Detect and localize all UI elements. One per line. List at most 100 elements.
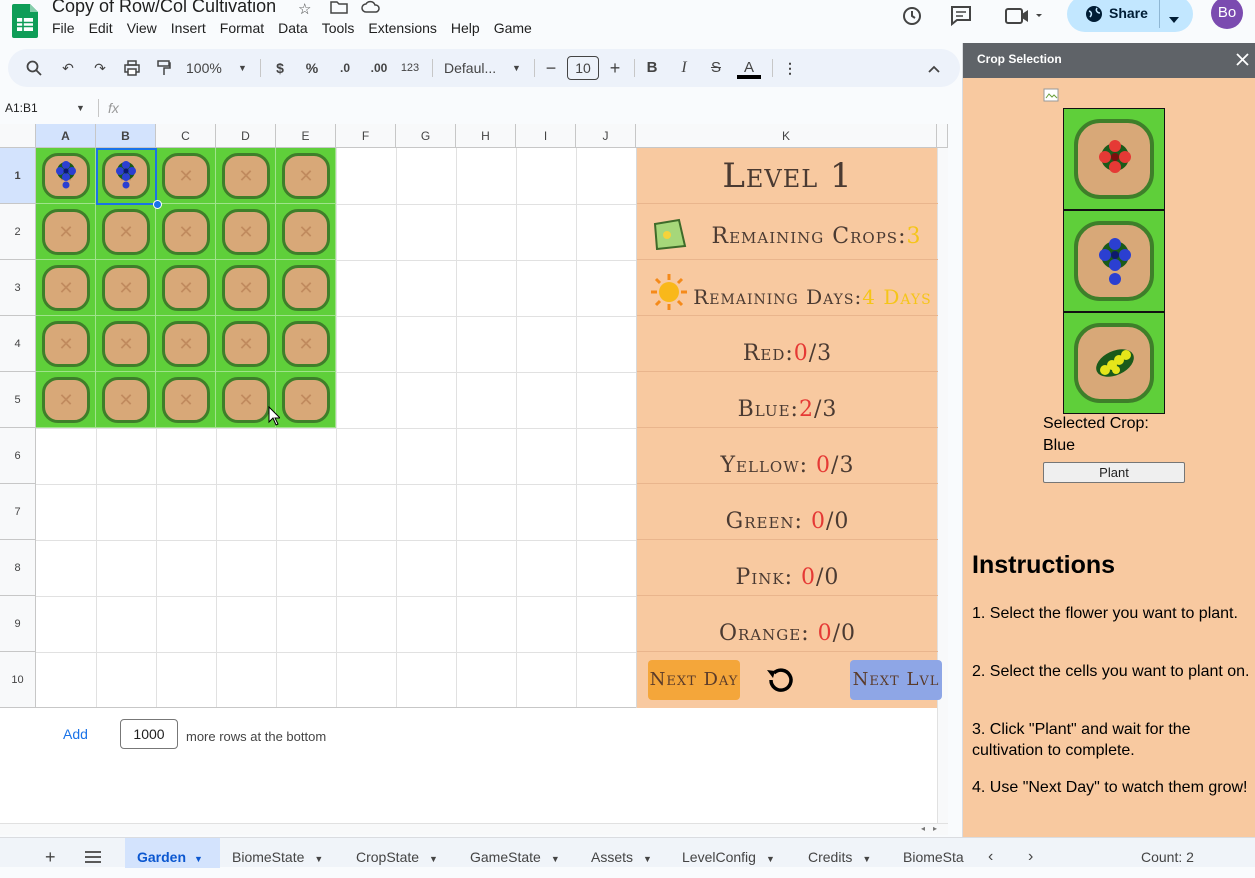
text-color-button[interactable]: A [736, 49, 762, 87]
collapse-toolbar-icon[interactable] [922, 49, 946, 87]
row-header-10[interactable]: 10 [0, 652, 36, 708]
garden-cell-d5[interactable] [216, 372, 276, 428]
red-crop-option[interactable] [1063, 108, 1165, 210]
percent-format-button[interactable]: % [302, 49, 322, 87]
row-header-9[interactable]: 9 [0, 596, 36, 652]
garden-cell-c4[interactable] [156, 316, 216, 372]
row-header-8[interactable]: 8 [0, 540, 36, 596]
garden-cell-a4[interactable] [36, 316, 96, 372]
add-rows-button[interactable]: Add [63, 726, 88, 742]
sheet-tab-biomestate[interactable]: BiomeState ▼ [232, 838, 323, 868]
garden-cell-e4[interactable] [276, 316, 336, 372]
garden-cell-b5[interactable] [96, 372, 156, 428]
garden-cell-c2[interactable] [156, 204, 216, 260]
next-day-button[interactable]: Next Day [648, 660, 740, 700]
fill-handle[interactable] [153, 200, 162, 209]
sheet-tab-cropstate[interactable]: CropState ▼ [356, 838, 438, 868]
garden-cell-e1[interactable] [276, 148, 336, 204]
undo-icon[interactable]: ↶ [56, 49, 80, 87]
row-header-3[interactable]: 3 [0, 260, 36, 316]
strikethrough-button[interactable]: S [706, 49, 726, 87]
column-header-b[interactable]: B [96, 124, 156, 148]
name-box[interactable]: A1:B1 ▼ [0, 95, 96, 121]
increase-decimal-button[interactable]: .00 [364, 49, 394, 87]
sheet-tab-gamestate[interactable]: GameState ▼ [470, 838, 560, 868]
column-header-a[interactable]: A [36, 124, 96, 148]
row-header-7[interactable]: 7 [0, 484, 36, 540]
garden-cell-b3[interactable] [96, 260, 156, 316]
zoom-select[interactable]: 100% ▼ [186, 49, 248, 87]
blue-crop-option[interactable] [1063, 210, 1165, 312]
garden-cell-e3[interactable] [276, 260, 336, 316]
all-sheets-icon[interactable] [85, 838, 101, 868]
garden-cell-a3[interactable] [36, 260, 96, 316]
plant-button[interactable]: Plant [1043, 462, 1185, 483]
menu-game[interactable]: Game [494, 20, 532, 36]
garden-cell-c5[interactable] [156, 372, 216, 428]
garden-cell-a5[interactable] [36, 372, 96, 428]
column-header-k[interactable]: K [636, 124, 937, 148]
version-history-icon[interactable] [899, 3, 925, 29]
rows-count-input[interactable]: 1000 [120, 719, 178, 749]
garden-cell-c3[interactable] [156, 260, 216, 316]
horizontal-scrollbar[interactable]: ◂ ▸ [0, 823, 948, 835]
column-header-i[interactable]: I [516, 124, 576, 148]
currency-format-button[interactable]: $ [270, 49, 290, 87]
scroll-left-icon[interactable]: ◂ [921, 824, 925, 833]
column-header-c[interactable]: C [156, 124, 216, 148]
scroll-right-icon[interactable]: ▸ [933, 824, 937, 833]
menu-view[interactable]: View [127, 20, 157, 36]
more-options-icon[interactable]: ⋮ [782, 49, 798, 87]
selection-count[interactable]: Count: 2 [1141, 838, 1194, 868]
row-header-1[interactable]: 1 [0, 148, 36, 204]
menu-edit[interactable]: Edit [89, 20, 113, 36]
menu-tools[interactable]: Tools [322, 20, 355, 36]
next-level-button[interactable]: Next Lvl [850, 660, 942, 700]
column-header-f[interactable]: F [336, 124, 396, 148]
menu-help[interactable]: Help [451, 20, 480, 36]
column-header-d[interactable]: D [216, 124, 276, 148]
column-header-h[interactable]: H [456, 124, 516, 148]
formula-input[interactable] [130, 95, 948, 121]
row-header-4[interactable]: 4 [0, 316, 36, 372]
sheet-tab-credits[interactable]: Credits ▼ [808, 838, 871, 868]
garden-cell-b2[interactable] [96, 204, 156, 260]
bold-button[interactable]: B [642, 49, 662, 87]
select-all-corner[interactable] [0, 124, 36, 148]
avatar[interactable]: Bo [1211, 0, 1243, 29]
menu-file[interactable]: File [52, 20, 75, 36]
paint-format-icon[interactable] [152, 49, 176, 87]
sheets-logo-icon[interactable] [12, 4, 38, 38]
column-header-e[interactable]: E [276, 124, 336, 148]
menu-extensions[interactable]: Extensions [368, 20, 436, 36]
garden-cell-b4[interactable] [96, 316, 156, 372]
document-title[interactable]: Copy of Row/Col Cultivation [52, 0, 276, 17]
cloud-saved-icon[interactable] [361, 0, 381, 18]
close-icon[interactable] [1236, 53, 1249, 66]
garden-cell-c1[interactable] [156, 148, 216, 204]
redo-icon[interactable]: ↷ [88, 49, 112, 87]
font-size-increase-button[interactable]: + [606, 49, 624, 87]
menu-data[interactable]: Data [278, 20, 308, 36]
sheet-tab-garden[interactable]: Garden ▼ [125, 838, 220, 868]
print-icon[interactable] [120, 49, 144, 87]
yellow-crop-option[interactable] [1063, 312, 1165, 414]
column-header-g[interactable]: G [396, 124, 456, 148]
garden-cell-d2[interactable] [216, 204, 276, 260]
font-size-input[interactable]: 10 [567, 49, 599, 87]
add-sheet-icon[interactable]: + [45, 838, 56, 868]
garden-cell-d4[interactable] [216, 316, 276, 372]
garden-cell-e5[interactable] [276, 372, 336, 428]
star-icon[interactable]: ☆ [298, 0, 311, 18]
more-formats-button[interactable]: 123 [398, 49, 422, 87]
row-header-6[interactable]: 6 [0, 428, 36, 484]
move-folder-icon[interactable] [330, 0, 348, 18]
sheet-tab-assets[interactable]: Assets ▼ [591, 838, 652, 868]
reset-icon[interactable] [763, 662, 799, 698]
share-button[interactable]: Share [1067, 0, 1193, 32]
search-menus-icon[interactable] [22, 49, 46, 87]
row-header-5[interactable]: 5 [0, 372, 36, 428]
column-header-j[interactable]: J [576, 124, 636, 148]
scroll-tabs-right-icon[interactable]: › [1028, 838, 1033, 868]
meet-icon[interactable] [1003, 3, 1047, 29]
